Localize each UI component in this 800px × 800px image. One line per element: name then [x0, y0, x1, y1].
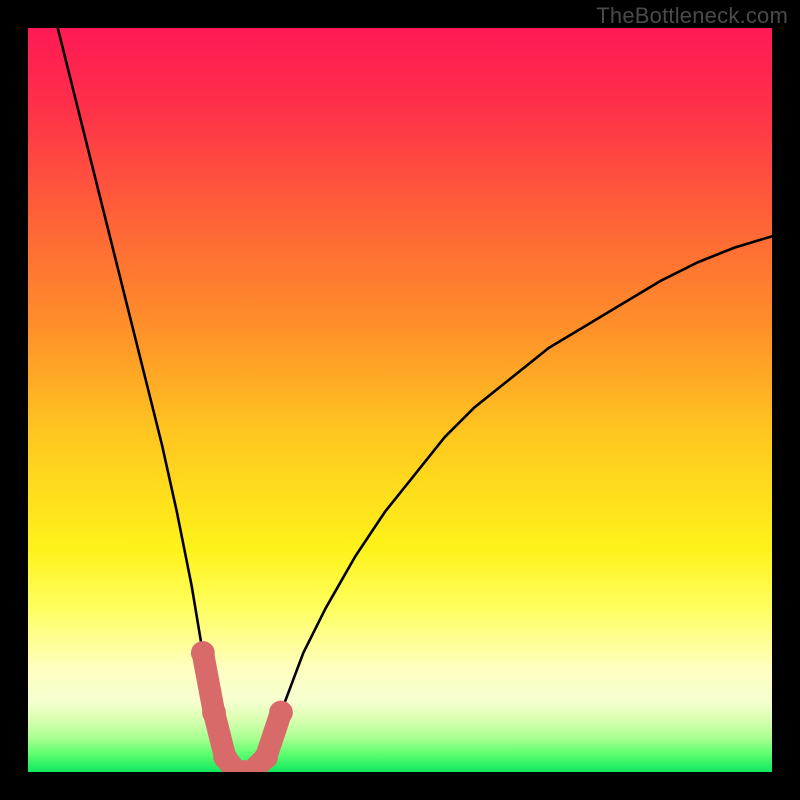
- marker-dot: [254, 745, 278, 769]
- marker-dot: [191, 641, 215, 665]
- marker-dot: [202, 701, 226, 725]
- watermark-link[interactable]: TheBottleneck.com: [596, 3, 788, 28]
- plot-area: [28, 28, 772, 772]
- marker-dot: [269, 701, 293, 725]
- bottleneck-curve: [28, 28, 772, 772]
- curve-path: [58, 28, 772, 772]
- chart-frame: TheBottleneck.com: [0, 0, 800, 800]
- watermark[interactable]: TheBottleneck.com: [596, 3, 788, 29]
